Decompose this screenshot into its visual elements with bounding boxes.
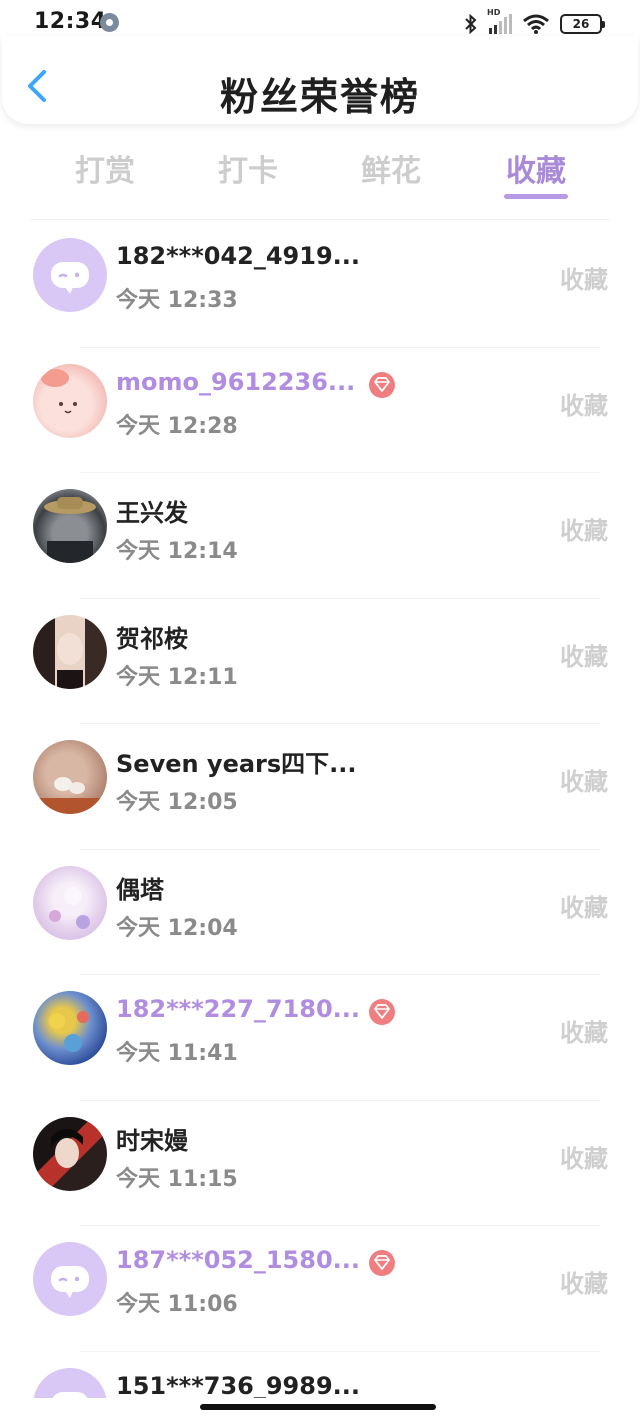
diamond-icon: [374, 376, 390, 392]
status-time: 12:34: [34, 9, 107, 34]
action-label: 收藏: [560, 642, 608, 671]
favorite-time: 今天 12:05: [116, 790, 238, 815]
hat-icon: [44, 497, 96, 563]
network-type-label: HD: [487, 8, 501, 17]
flower-icon: [49, 886, 90, 929]
user-name: 182***042_4919...: [116, 242, 360, 270]
header-bar: 粉丝荣誉榜: [2, 36, 638, 124]
tab-bar: 打赏 打卡 鲜花 收藏: [30, 140, 610, 220]
user-name: 时宋嫚: [116, 1126, 188, 1155]
action-label: 收藏: [560, 1144, 608, 1173]
user-name: Seven years四下...: [116, 750, 357, 778]
action-label: 收藏: [560, 1019, 608, 1047]
user-name: 187***052_1580...: [116, 1246, 360, 1274]
user-name: 贺祁桉: [116, 624, 188, 653]
list-item[interactable]: 时宋嫚 今天 11:15 收藏: [0, 1101, 640, 1226]
favorite-time: 今天 12:33: [116, 288, 238, 313]
user-name: momo_9612236...: [116, 367, 356, 396]
settings-gear-icon: [100, 13, 119, 32]
chat-bubble-avatar: [33, 1367, 107, 1398]
bluetooth-icon: [465, 13, 477, 35]
favorite-time: 今天 12:11: [116, 664, 238, 690]
favorite-time: 今天 12:14: [116, 539, 238, 564]
list-item[interactable]: 182***042_4919... 今天 12:33 收藏: [0, 222, 640, 348]
diamond-icon: [374, 1255, 390, 1270]
favorite-time: 今天 11:15: [116, 1166, 238, 1192]
pink-cartoon-avatar: [33, 363, 107, 438]
user-name: 王兴发: [116, 499, 188, 527]
vip-diamond-badge: [369, 1250, 395, 1276]
diamond-icon: [374, 1004, 390, 1019]
portrait-avatar-2: [33, 1116, 107, 1191]
chat-bubble-icon: [51, 262, 89, 294]
action-label: 收藏: [560, 517, 608, 545]
painting-avatar: [33, 991, 107, 1065]
favorite-time: 今天 11:06: [116, 1292, 238, 1317]
list-item[interactable]: 王兴发 今天 12:14 收藏: [0, 473, 640, 599]
tab-favorites[interactable]: 收藏: [491, 146, 581, 190]
action-label: 收藏: [560, 1270, 608, 1298]
list-item[interactable]: 贺祁桉 今天 12:11 收藏: [0, 599, 640, 724]
favorite-time: 今天 11:41: [116, 1041, 238, 1066]
battery-icon: 26: [560, 14, 605, 34]
list-item[interactable]: 偶塔 今天 12:04 收藏: [0, 850, 640, 975]
active-tab-indicator: [504, 194, 568, 199]
home-indicator[interactable]: [200, 1404, 436, 1410]
portrait-face-icon: [51, 1128, 83, 1168]
user-name: 182***227_7180...: [116, 995, 360, 1023]
cellular-signal-icon: HD: [487, 8, 512, 34]
list-item[interactable]: 187***052_1580... 今天 11:06 收藏: [0, 1226, 640, 1352]
tab-reward[interactable]: 打赏: [60, 146, 150, 190]
action-label: 收藏: [560, 768, 608, 796]
action-label: 收藏: [560, 391, 608, 420]
favorite-time: 今天 12:04: [116, 915, 238, 941]
chat-bubble-avatar: [33, 1242, 107, 1316]
action-label: 收藏: [560, 266, 608, 294]
tab-flowers[interactable]: 鲜花: [346, 146, 436, 190]
cat-photo-avatar: [33, 489, 107, 563]
cartoon-face-icon: [41, 368, 77, 413]
list-item[interactable]: 151***736_9989...: [0, 1352, 640, 1399]
page-title: 粉丝荣誉榜: [219, 75, 420, 119]
portrait-avatar: [33, 614, 107, 689]
favorite-time: 今天 12:28: [116, 413, 238, 439]
list-item[interactable]: Seven years四下... 今天 12:05 收藏: [0, 724, 640, 850]
tab-checkin[interactable]: 打卡: [203, 146, 293, 190]
portrait-face-icon: [57, 632, 83, 689]
wifi-icon: [523, 14, 549, 34]
painting-icon: [49, 1011, 89, 1052]
fan-list: 182***042_4919... 今天 12:33 收藏 momo_96122…: [0, 222, 640, 1398]
user-name: 151***736_9989...: [116, 1371, 360, 1399]
anime-avatar: [33, 865, 107, 940]
action-label: 收藏: [560, 893, 608, 922]
vip-diamond-badge: [369, 999, 395, 1025]
chat-bubble-avatar: [33, 238, 107, 312]
status-icons: HD 26: [463, 8, 605, 38]
list-item[interactable]: momo_9612236... 今天 12:28 收藏: [0, 348, 640, 473]
chat-bubble-icon: [52, 1391, 88, 1398]
paw-icon: [33, 777, 107, 814]
list-item[interactable]: 182***227_7180... 今天 11:41 收藏: [0, 975, 640, 1101]
vip-diamond-badge: [369, 371, 395, 398]
chat-bubble-icon: [51, 1266, 89, 1298]
paw-photo-avatar: [33, 740, 107, 814]
user-name: 偶塔: [116, 875, 164, 904]
